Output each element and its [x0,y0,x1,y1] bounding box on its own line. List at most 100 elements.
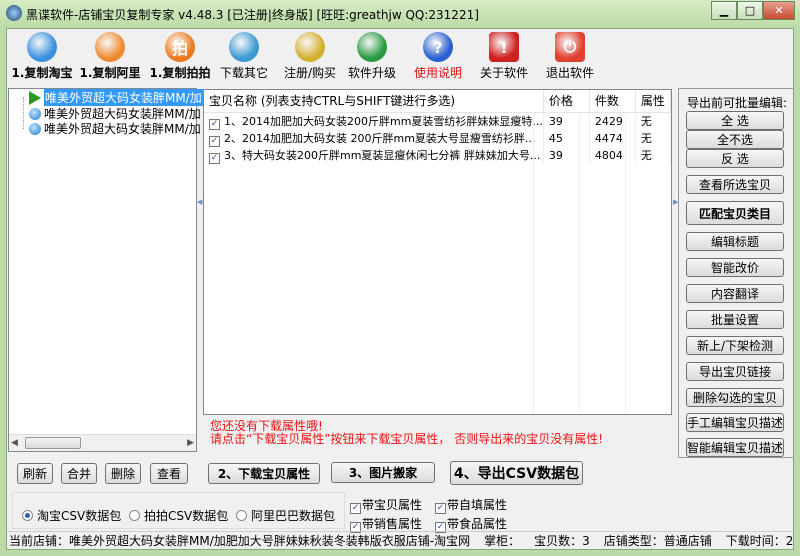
scroll-left-icon[interactable]: ◀ [11,438,18,448]
title-bar: 黑谍软件-店铺宝贝复制专家 v4.48.3 [已注册|终身版] [旺旺:grea… [0,0,800,28]
batch-edit-button[interactable]: 匹配宝贝类目 [686,201,784,225]
view-button[interactable]: 查看 [150,463,188,484]
radio-label: 阿里巴巴数据包 [251,509,336,523]
toolbar-label: 1.复制拍拍 [149,66,211,80]
radio-icon[interactable] [129,510,140,521]
toolbar-label: 软件升级 [347,66,396,80]
shop-tree[interactable]: 唯美外贸超大码女装胖MM/加 唯美外贸超大码女装胖MM/加 唯美外贸超大码女装胖… [8,88,203,452]
row-checkbox[interactable]: ✓ [209,118,220,130]
radio-icon[interactable] [236,510,247,521]
window-title: 黑谍软件-店铺宝贝复制专家 v4.48.3 [已注册|终身版] [旺旺:grea… [26,8,479,22]
column-header-name[interactable]: 宝贝名称 (列表支持CTRL与SHIFT键进行多选) [204,90,544,113]
tree-item-label: 唯美外贸超大码女装胖MM/加 [44,89,203,106]
tree-item[interactable]: 唯美外贸超大码女装胖MM/加 [29,89,203,106]
batch-edit-button[interactable]: 编辑标题 [686,232,784,251]
item-attr: 无 [635,112,672,130]
status-bar: 当前店铺：唯美外贸超大码女装胖MM/加肥加大号胖妹妹秋装冬装韩版衣服店铺-淘宝网… [7,531,793,549]
batch-edit-button[interactable]: 反 选 [686,149,784,168]
image-move-button[interactable]: 3、图片搬家 [331,462,435,483]
checkbox-label: 带销售属性 [362,517,423,531]
toolbar-label: 使用说明 [413,66,462,80]
delete-button[interactable]: 删除 [105,463,141,484]
toolbar-label: 下载其它 [219,66,268,80]
radio-icon[interactable] [22,510,33,521]
item-attr: 无 [635,129,672,147]
batch-edit-button[interactable]: 批量设置 [686,310,784,329]
batch-edit-button[interactable]: 全 选 [686,111,784,130]
batch-edit-button[interactable]: 智能改价 [686,258,784,277]
status-shop-type: 店铺类型：普通店铺 [603,534,712,548]
item-qty: 2429 [589,112,636,130]
ali-face-icon [95,32,125,62]
toolbar-label: 1.复制阿里 [79,66,141,80]
table-row[interactable]: ✓ 2、2014加肥加大码女装 200斤胖mm夏装大号显瘦雪纺衫胖... 45 4… [204,129,672,147]
batch-edit-button[interactable]: 导出宝贝链接 [686,362,784,381]
checkbox-icon[interactable]: ✓ [350,503,361,514]
toolbar-button-0[interactable]: 1.复制淘宝 [8,32,76,84]
item-list[interactable]: 宝贝名称 (列表支持CTRL与SHIFT键进行多选) 价格 件数 属性 ✓ 1、2… [203,89,672,415]
tree-line [23,97,24,129]
taobao-face-icon [29,107,41,120]
download-attributes-button[interactable]: 2、下载宝贝属性 [208,463,320,484]
export-csv-button[interactable]: 4、导出CSV数据包 [450,461,583,485]
table-row[interactable]: ✓ 1、2014加肥加大码女装200斤胖mm夏装雪纺衫胖妹妹显瘦特... 39 2… [204,112,672,130]
column-header-qty[interactable]: 件数 [589,90,636,113]
warning-line: 请点击“下载宝贝属性”按钮来下载宝贝属性， 否则导出来的宝贝没有属性! [210,432,604,446]
item-name: 3、特大码女装200斤胖mm夏装显瘦休闲七分裤 胖妹妹加大号... [224,148,541,162]
item-price: 39 [543,146,590,164]
close-button[interactable]: ✕ [763,1,795,20]
batch-edit-button[interactable]: 手工编辑宝贝描述 [686,413,784,432]
toolbar-button-2[interactable]: 拍 1.复制拍拍 [146,32,214,84]
toolbar-button-8[interactable]: ⏻ 退出软件 [536,32,604,84]
table-row[interactable]: ✓ 3、特大码女装200斤胖mm夏装显瘦休闲七分裤 胖妹妹加大号... 39 48… [204,146,672,164]
toolbar-button-7[interactable]: ! 关于软件 [470,32,538,84]
toolbar-button-4[interactable]: 注册/购买 [276,32,344,84]
item-price: 39 [543,112,590,130]
column-divider [579,112,580,414]
row-checkbox[interactable]: ✓ [209,152,220,164]
warning-message: 您还没有下载属性哦! 请点击“下载宝贝属性”按钮来下载宝贝属性， 否则导出来的宝… [210,420,603,446]
toolbar-button-3[interactable]: 下载其它 [210,32,278,84]
minimize-button[interactable]: ▁ [711,1,737,20]
column-header-price[interactable]: 价格 [543,90,590,113]
merge-button[interactable]: 合并 [61,463,97,484]
horizontal-scrollbar[interactable]: ◀ ▶ [9,434,196,451]
scrollbar-thumb[interactable] [25,437,81,449]
scroll-right-icon[interactable]: ▶ [187,438,194,448]
batch-edit-button[interactable]: 智能编辑宝贝描述 [686,438,784,457]
status-shop: 当前店铺：唯美外贸超大码女装胖MM/加肥加大号胖妹妹秋装冬装韩版衣服店铺-淘宝网 [9,534,471,548]
maximize-button[interactable]: □ [737,1,763,20]
play-icon [29,90,41,105]
row-checkbox[interactable]: ✓ [209,135,220,147]
tree-item[interactable]: 唯美外贸超大码女装胖MM/加 [29,121,201,136]
right-panel-title: 导出前可批量编辑: [687,96,788,110]
item-qty: 4804 [589,146,636,164]
batch-edit-button[interactable]: 新上/下架检测 [686,336,784,355]
batch-edit-button[interactable]: 删除勾选的宝贝 [686,388,784,407]
toolbar-button-5[interactable]: 软件升级 [338,32,406,84]
item-table: 宝贝名称 (列表支持CTRL与SHIFT键进行多选) 价格 件数 属性 ✓ 1、2… [204,90,672,164]
checkbox-icon[interactable]: ✓ [435,503,446,514]
refresh-button[interactable]: 刷新 [17,463,53,484]
attribute-checkbox[interactable]: ✓ 带自填属性 [435,496,507,514]
attribute-checkbox[interactable]: ✓ 带宝贝属性 [350,496,422,514]
app-icon [6,5,22,21]
status-owner: 掌柜： [484,534,521,548]
radio-label: 淘宝CSV数据包 [37,509,122,523]
column-header-attr[interactable]: 属性 [635,90,672,113]
package-radio[interactable]: 拍拍CSV数据包 [129,507,228,524]
batch-edit-button[interactable]: 全不选 [686,130,784,149]
tree-item-label: 唯美外贸超大码女装胖MM/加 [44,122,201,136]
package-radio[interactable]: 淘宝CSV数据包 [22,507,121,524]
item-name: 2、2014加肥加大码女装 200斤胖mm夏装大号显瘦雪纺衫胖... [224,131,536,145]
toolbar-button-6[interactable]: ? 使用说明 [404,32,472,84]
paipai-icon: 拍 [165,32,195,62]
package-radio[interactable]: 阿里巴巴数据包 [236,507,335,524]
keys-icon [295,32,325,62]
globe-computer-icon [229,32,259,62]
toolbar-label: 退出软件 [545,66,594,80]
toolbar-button-1[interactable]: 1.复制阿里 [76,32,144,84]
tree-item[interactable]: 唯美外贸超大码女装胖MM/加 [29,106,201,121]
batch-edit-button[interactable]: 查看所选宝贝 [686,175,784,194]
batch-edit-button[interactable]: 内容翻译 [686,284,784,303]
